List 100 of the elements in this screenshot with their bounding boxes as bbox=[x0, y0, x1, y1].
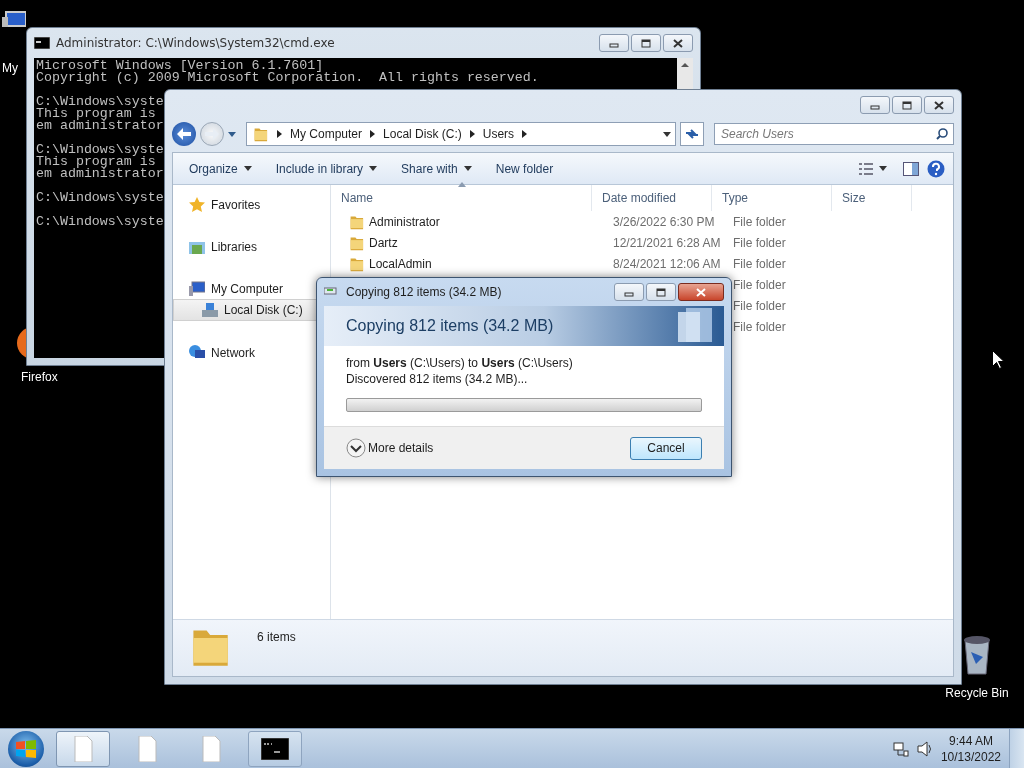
maximize-button[interactable] bbox=[646, 283, 676, 301]
chevron-right-icon bbox=[522, 130, 528, 138]
maximize-button[interactable] bbox=[892, 96, 922, 114]
nav-item[interactable]: Libraries bbox=[173, 237, 262, 257]
column-header[interactable]: Date modified bbox=[592, 185, 712, 211]
maximize-icon bbox=[655, 287, 667, 297]
toolbar-button[interactable]: Organize bbox=[181, 157, 260, 180]
computer-icon[interactable] bbox=[2, 11, 26, 27]
list-view-icon bbox=[859, 162, 873, 175]
windows-logo-icon bbox=[16, 740, 36, 758]
maximize-icon bbox=[901, 100, 913, 110]
drive-icon bbox=[202, 302, 218, 318]
maximize-button[interactable] bbox=[631, 34, 661, 52]
type-cell-text: File folder bbox=[732, 298, 787, 313]
help-icon[interactable] bbox=[927, 159, 945, 178]
speaker-icon[interactable] bbox=[916, 741, 933, 757]
desktop-icon-label[interactable]: Firefox bbox=[21, 370, 58, 384]
start-button[interactable] bbox=[8, 731, 44, 767]
folder-icon bbox=[349, 255, 365, 272]
file-name[interactable]: Administrator bbox=[369, 214, 440, 229]
nav-item[interactable]: My Computer bbox=[173, 279, 288, 299]
close-icon bbox=[695, 287, 707, 297]
console-line: em administrator bbox=[36, 168, 164, 180]
folder-icon bbox=[253, 126, 269, 142]
document-icon bbox=[137, 736, 157, 762]
breadcrumb-item[interactable]: My Computer bbox=[290, 127, 363, 141]
network-icon bbox=[189, 345, 205, 361]
breadcrumb-item[interactable]: Users bbox=[482, 127, 515, 141]
date-cell-text: 3/26/2022 6:30 PM bbox=[612, 214, 716, 229]
console-line: C:\Windows\syste bbox=[36, 216, 164, 228]
file-name[interactable]: LocalAdmin bbox=[369, 256, 432, 271]
search-field[interactable]: Search Users bbox=[714, 123, 954, 145]
item-count: 6 items bbox=[257, 630, 296, 644]
console-line: C:\Windows\syste bbox=[36, 96, 164, 108]
more-details-link[interactable]: More details bbox=[368, 441, 434, 455]
taskbar-button[interactable] bbox=[248, 731, 302, 767]
preview-pane-icon[interactable] bbox=[903, 161, 919, 176]
close-icon bbox=[672, 38, 684, 48]
back-button[interactable] bbox=[172, 122, 196, 146]
caret-icon bbox=[879, 166, 887, 171]
dialog-title: Copying 812 items (34.2 MB) bbox=[346, 285, 503, 299]
type-cell-text: File folder bbox=[732, 277, 787, 292]
copy-source-text: from Users (C:\Users) to Users (C:\Users) bbox=[346, 356, 574, 370]
expand-chevron-icon[interactable] bbox=[346, 438, 366, 458]
console-line: This program is bbox=[36, 156, 156, 168]
date-cell-text: 8/24/2021 12:06 AM bbox=[612, 256, 722, 271]
nav-item[interactable]: Favorites bbox=[173, 195, 265, 215]
date-cell-text: 12/21/2021 6:28 AM bbox=[612, 235, 722, 250]
mouse-pointer-icon bbox=[992, 350, 1004, 369]
refresh-button[interactable] bbox=[680, 122, 704, 146]
cancel-button[interactable]: Cancel bbox=[630, 436, 702, 460]
document-icon bbox=[201, 736, 221, 762]
clock[interactable]: 9:44 AM 10/13/2022 bbox=[940, 733, 1001, 765]
scrollbar[interactable] bbox=[677, 58, 693, 90]
type-cell-text: File folder bbox=[732, 214, 787, 229]
console-line: Microsoft Windows [Version 6.1.7601] bbox=[36, 60, 324, 72]
console-line: em administrator bbox=[36, 120, 164, 132]
nav-item[interactable]: Network bbox=[173, 343, 259, 363]
folder-icon bbox=[349, 213, 365, 230]
address-bar[interactable]: My Computer Local Disk (C:) Users bbox=[246, 122, 676, 146]
caret-icon bbox=[243, 166, 252, 171]
type-cell-text: File folder bbox=[732, 235, 787, 250]
caret-icon bbox=[369, 166, 378, 171]
toolbar-button[interactable]: Include in library bbox=[267, 157, 386, 180]
close-button[interactable] bbox=[924, 96, 954, 114]
toolbar-button[interactable]: Share with bbox=[393, 157, 480, 180]
console-icon bbox=[34, 37, 50, 49]
close-button[interactable] bbox=[678, 283, 724, 301]
console-line: This program is bbox=[36, 108, 156, 120]
desktop-icon-label[interactable]: Recycle Bin bbox=[945, 686, 1009, 700]
search-icon bbox=[936, 128, 948, 140]
file-name[interactable]: Dartz bbox=[369, 235, 398, 250]
chevron-right-icon bbox=[277, 130, 282, 138]
close-button[interactable] bbox=[663, 34, 693, 52]
sort-arrow-icon bbox=[458, 182, 466, 187]
forward-arrow-icon bbox=[205, 128, 219, 140]
caret-icon bbox=[463, 166, 472, 171]
toolbar-button[interactable]: New folder bbox=[487, 157, 562, 180]
computer-icon bbox=[189, 281, 205, 297]
dropdown-arrow-icon[interactable] bbox=[228, 131, 236, 137]
console-line: C:\Windows\syste bbox=[36, 192, 164, 204]
progress-text: Discovered 812 items (34.2 MB)... bbox=[346, 372, 529, 386]
back-arrow-icon bbox=[177, 128, 191, 140]
library-icon bbox=[189, 239, 205, 255]
column-header[interactable]: Type bbox=[712, 185, 832, 211]
window-title: Administrator: C:\Windows\System32\cmd.exe bbox=[56, 36, 336, 50]
nav-item[interactable]: Local Disk (C:) bbox=[173, 299, 317, 321]
type-cell-text: File folder bbox=[732, 256, 787, 271]
console-line: C:\Windows\syste bbox=[36, 144, 164, 156]
console-icon bbox=[261, 738, 289, 760]
maximize-icon bbox=[640, 38, 652, 48]
type-cell-text: File folder bbox=[732, 319, 787, 334]
network-status-icon[interactable] bbox=[892, 741, 909, 757]
breadcrumb-item[interactable]: Local Disk (C:) bbox=[383, 127, 462, 141]
desktop-icon-label[interactable]: My bbox=[2, 61, 18, 75]
chevron-right-icon bbox=[370, 130, 376, 138]
console-line: Copyright (c) 2009 Microsoft Corporation. All rights reserved. bbox=[36, 72, 539, 84]
chevron-right-icon bbox=[469, 130, 475, 138]
column-header[interactable]: Size bbox=[832, 185, 912, 211]
column-header[interactable]: Name bbox=[331, 185, 592, 211]
